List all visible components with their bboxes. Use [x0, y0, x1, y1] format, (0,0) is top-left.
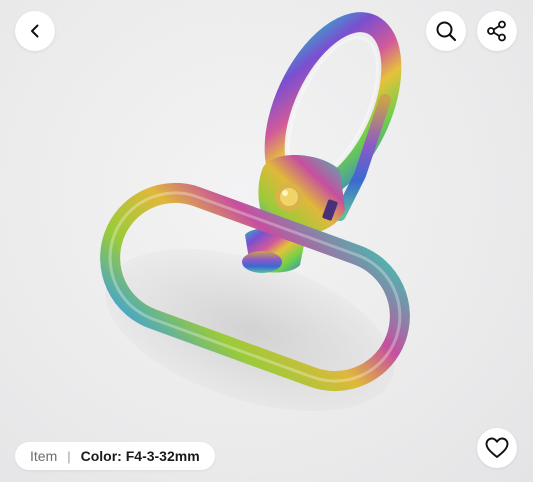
- product-image: [100, 12, 410, 412]
- chevron-left-icon: [31, 24, 39, 38]
- search-icon: [436, 21, 457, 42]
- share-button[interactable]: [477, 11, 517, 51]
- color-variant-label: Color: F4-3-32mm: [80, 448, 200, 464]
- search-button[interactable]: [426, 11, 466, 51]
- product-image-viewer[interactable]: Item | Color: F4-3-32mm: [0, 0, 533, 482]
- share-icon: [487, 20, 506, 42]
- back-button[interactable]: [15, 11, 55, 51]
- favorite-button[interactable]: [477, 428, 517, 468]
- separator: |: [67, 448, 71, 464]
- variant-selector[interactable]: Item | Color: F4-3-32mm: [15, 442, 215, 470]
- heart-icon: [485, 437, 509, 458]
- item-label: Item: [30, 448, 58, 464]
